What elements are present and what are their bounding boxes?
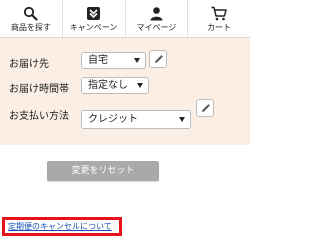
chevron-down-icon: [179, 117, 185, 122]
delivery-time-select[interactable]: 指定なし: [81, 77, 149, 94]
nav-label-campaign: キャンペーン: [69, 23, 118, 32]
pencil-icon: [154, 54, 163, 63]
delivery-to-select[interactable]: 自宅: [81, 52, 146, 69]
campaign-down-arrow-icon: [86, 5, 102, 21]
nav-label-search: 商品を探す: [10, 23, 51, 32]
search-icon: [23, 5, 39, 21]
nav-label-mypage: マイページ: [136, 23, 177, 32]
payment-method-select[interactable]: クレジット: [81, 110, 191, 129]
subscription-cancel-link[interactable]: 定期便のキャンセルについて: [8, 221, 112, 232]
delivery-time-label: お届け時間帯: [9, 84, 69, 95]
reset-changes-button[interactable]: 変更をリセット: [47, 161, 159, 181]
cancel-link-highlight: 定期便のキャンセルについて: [2, 217, 122, 236]
nav-item-search[interactable]: 商品を探す: [0, 0, 63, 37]
chevron-down-icon: [137, 83, 143, 88]
delivery-settings-panel: お届け先 自宅 お届け時間帯 指定なし お支払い方法 クレジット: [0, 38, 250, 145]
edit-payment-button[interactable]: [196, 99, 214, 117]
nav-item-cart[interactable]: カート: [188, 0, 250, 37]
chevron-down-icon: [134, 58, 140, 63]
payment-method-value: クレジット: [88, 114, 138, 125]
nav-item-campaign[interactable]: キャンペーン: [63, 0, 126, 37]
delivery-to-label: お届け先: [9, 59, 49, 70]
user-icon: [148, 5, 164, 21]
nav-label-cart: カート: [207, 23, 232, 32]
top-nav: 商品を探す キャンペーン マイページ カート: [0, 0, 250, 38]
edit-delivery-to-button[interactable]: [149, 50, 167, 68]
cart-icon: [211, 5, 227, 21]
delivery-time-value: 指定なし: [88, 80, 128, 91]
delivery-to-value: 自宅: [88, 55, 108, 66]
pencil-icon: [201, 103, 210, 112]
payment-method-label: お支払い方法: [9, 111, 69, 122]
nav-item-mypage[interactable]: マイページ: [126, 0, 189, 37]
